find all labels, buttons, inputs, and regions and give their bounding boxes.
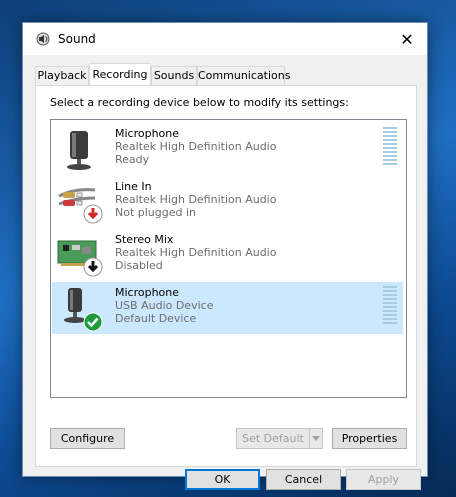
device-status: Ready xyxy=(115,153,150,166)
set-default-dropdown[interactable] xyxy=(309,428,323,449)
line-in-cable-icon xyxy=(58,188,103,224)
device-item-stereo-mix[interactable]: Stereo Mix Realtek High Definition Audio… xyxy=(52,229,403,281)
sound-dialog: Sound ✕ Playback Recording Sounds Commun… xyxy=(22,22,428,490)
tab-recording[interactable]: Recording xyxy=(89,63,151,85)
device-name: Microphone xyxy=(115,286,180,299)
window-title: Sound xyxy=(58,32,96,46)
dialog-client: Playback Recording Sounds Communications… xyxy=(23,55,427,490)
tab-communications[interactable]: Communications xyxy=(197,66,290,85)
device-name: Line In xyxy=(115,180,152,193)
device-status: Disabled xyxy=(115,259,163,272)
ok-button[interactable]: OK xyxy=(185,469,260,490)
tab-sounds[interactable]: Sounds xyxy=(151,66,197,85)
device-list[interactable]: Microphone Realtek High Definition Audio… xyxy=(50,119,407,398)
device-name: Microphone xyxy=(115,127,180,140)
apply-button[interactable]: Apply xyxy=(346,469,421,490)
properties-button[interactable]: Properties xyxy=(332,428,407,449)
cancel-button[interactable]: Cancel xyxy=(266,469,341,490)
title-bar[interactable]: Sound ✕ xyxy=(23,23,427,55)
device-name: Stereo Mix xyxy=(115,233,174,246)
device-driver: Realtek High Definition Audio xyxy=(115,246,277,259)
microphone-icon xyxy=(67,131,91,170)
speaker-icon xyxy=(36,32,50,46)
set-default-button[interactable]: Set Default xyxy=(236,428,310,449)
device-status: Not plugged in xyxy=(115,206,197,219)
recording-panel: Select a recording device below to modif… xyxy=(35,85,417,467)
device-item-line-in[interactable]: Line In Realtek High Definition Audio No… xyxy=(52,176,403,228)
sound-card-icon xyxy=(57,240,103,277)
device-driver: Realtek High Definition Audio xyxy=(115,140,277,153)
chevron-down-icon xyxy=(312,436,320,441)
configure-button[interactable]: Configure xyxy=(50,428,125,449)
device-status: Default Device xyxy=(115,312,197,325)
level-meter xyxy=(383,286,397,326)
device-item-microphone-realtek[interactable]: Microphone Realtek High Definition Audio… xyxy=(52,123,403,175)
close-icon: ✕ xyxy=(400,29,414,49)
microphone-icon xyxy=(64,288,103,332)
device-item-microphone-usb[interactable]: Microphone USB Audio Device Default Devi… xyxy=(52,282,403,334)
tab-playback[interactable]: Playback xyxy=(35,66,89,85)
level-meter xyxy=(383,127,397,167)
device-driver: USB Audio Device xyxy=(115,299,214,312)
close-button[interactable]: ✕ xyxy=(387,23,427,55)
device-driver: Realtek High Definition Audio xyxy=(115,193,277,206)
instruction-text: Select a recording device below to modif… xyxy=(50,96,349,109)
